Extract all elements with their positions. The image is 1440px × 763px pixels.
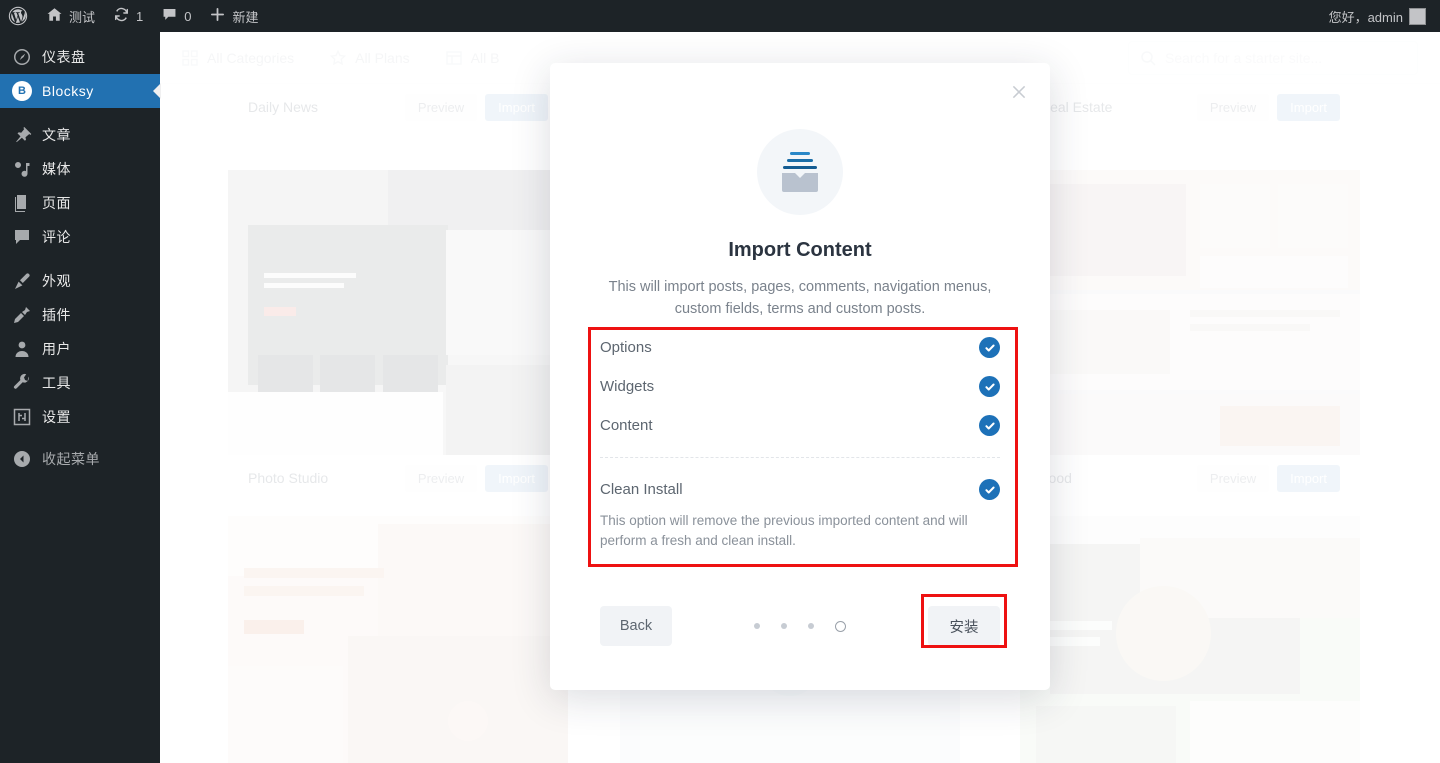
home-icon [46, 6, 63, 26]
sidebar-item-users[interactable]: 用户 [0, 332, 160, 366]
plugin-icon [12, 305, 32, 325]
step-dot[interactable] [808, 623, 814, 629]
step-dot[interactable] [754, 623, 760, 629]
blocksy-badge: B [12, 81, 32, 101]
media-icon [12, 159, 32, 179]
settings-icon [12, 407, 32, 427]
blocksy-icon: B [12, 81, 32, 101]
comments-menu[interactable]: 0 [152, 0, 200, 32]
wrench-icon [12, 373, 32, 393]
sidebar-divider [0, 254, 160, 264]
admin-bar: 测试 1 0 新建 您好，admin [0, 0, 1440, 32]
sidebar-item-dashboard[interactable]: 仪表盘 [0, 40, 160, 74]
clean-install-description: This option will remove the previous imp… [600, 513, 968, 548]
wordpress-logo-icon[interactable] [0, 0, 37, 32]
check-icon[interactable] [979, 415, 1000, 436]
sidebar-collapse-button[interactable]: 收起菜单 [0, 442, 160, 476]
comment-icon [161, 6, 178, 26]
sidebar-item-label: 用户 [42, 341, 71, 357]
sidebar-item-label: 页面 [42, 195, 71, 211]
sidebar-item-media[interactable]: 媒体 [0, 152, 160, 186]
back-button[interactable]: Back [600, 606, 672, 646]
option-row-clean-install[interactable]: Clean Install [600, 470, 1000, 509]
sidebar-item-settings[interactable]: 设置 [0, 400, 160, 434]
updates-count: 1 [136, 8, 144, 24]
sidebar-item-comments[interactable]: 评论 [0, 220, 160, 254]
option-label: Clean Install [600, 481, 683, 498]
site-name-label: 测试 [69, 9, 96, 25]
new-content-menu[interactable]: 新建 [200, 0, 267, 32]
sidebar-item-label: Blocksy [42, 83, 94, 99]
sidebar-item-label: 设置 [42, 409, 71, 425]
step-indicator [672, 620, 928, 632]
import-content-modal: Import Content This will import posts, p… [550, 63, 1050, 690]
option-label: Widgets [600, 378, 655, 395]
sidebar-divider [0, 108, 160, 118]
sidebar-item-tools[interactable]: 工具 [0, 366, 160, 400]
modal-subtitle: This will import posts, pages, comments,… [608, 279, 992, 317]
updates-menu[interactable]: 1 [104, 0, 152, 32]
admin-sidebar: 仪表盘 B Blocksy 文章 媒体 页面 评论 外观 插件 用户 工具 设置… [0, 32, 161, 763]
step-dot[interactable] [781, 623, 787, 629]
sidebar-item-label: 工具 [42, 375, 71, 391]
brush-icon [12, 271, 32, 291]
pages-icon [12, 193, 32, 213]
sidebar-item-label: 外观 [42, 273, 71, 289]
options-divider [600, 457, 1000, 458]
new-content-label: 新建 [232, 9, 259, 25]
sidebar-item-label: 媒体 [42, 161, 71, 177]
comment-icon [12, 227, 32, 247]
import-options-list: Options Widgets Content Clean Install Th… [600, 328, 1000, 551]
modal-footer: Back 安装 [600, 604, 1000, 648]
sidebar-item-label: 仪表盘 [42, 49, 86, 65]
option-row-options[interactable]: Options [600, 328, 1000, 367]
sidebar-item-label: 评论 [42, 229, 71, 245]
comments-count: 0 [184, 8, 192, 24]
modal-title: Import Content [728, 239, 872, 261]
user-icon [12, 339, 32, 359]
option-row-widgets[interactable]: Widgets [600, 367, 1000, 406]
sidebar-item-appearance[interactable]: 外观 [0, 264, 160, 298]
greeting-label: 您好，admin [1328, 9, 1403, 25]
sidebar-item-blocksy[interactable]: B Blocksy [0, 74, 161, 108]
updates-icon [113, 6, 130, 26]
option-row-content[interactable]: Content [600, 406, 1000, 445]
my-account-menu[interactable]: 您好，admin [1320, 0, 1440, 32]
sidebar-item-posts[interactable]: 文章 [0, 118, 160, 152]
check-icon[interactable] [979, 376, 1000, 397]
collapse-arrow-icon [12, 449, 32, 469]
dashboard-icon [12, 47, 32, 67]
close-icon[interactable] [1010, 83, 1028, 101]
sidebar-item-label: 文章 [42, 127, 71, 143]
avatar [1409, 7, 1426, 25]
option-label: Options [600, 339, 652, 356]
site-name-menu[interactable]: 测试 [37, 0, 104, 32]
plus-icon [209, 6, 226, 26]
check-icon[interactable] [979, 337, 1000, 358]
install-button[interactable]: 安装 [928, 606, 1000, 646]
sidebar-item-label: 插件 [42, 307, 71, 323]
step-dot-current[interactable] [835, 620, 846, 632]
check-icon[interactable] [979, 479, 1000, 500]
import-inbox-icon [757, 129, 843, 215]
sidebar-collapse-label: 收起菜单 [42, 451, 100, 467]
sidebar-item-pages[interactable]: 页面 [0, 186, 160, 220]
option-label: Content [600, 417, 653, 434]
pin-icon [12, 125, 32, 145]
sidebar-item-plugins[interactable]: 插件 [0, 298, 160, 332]
